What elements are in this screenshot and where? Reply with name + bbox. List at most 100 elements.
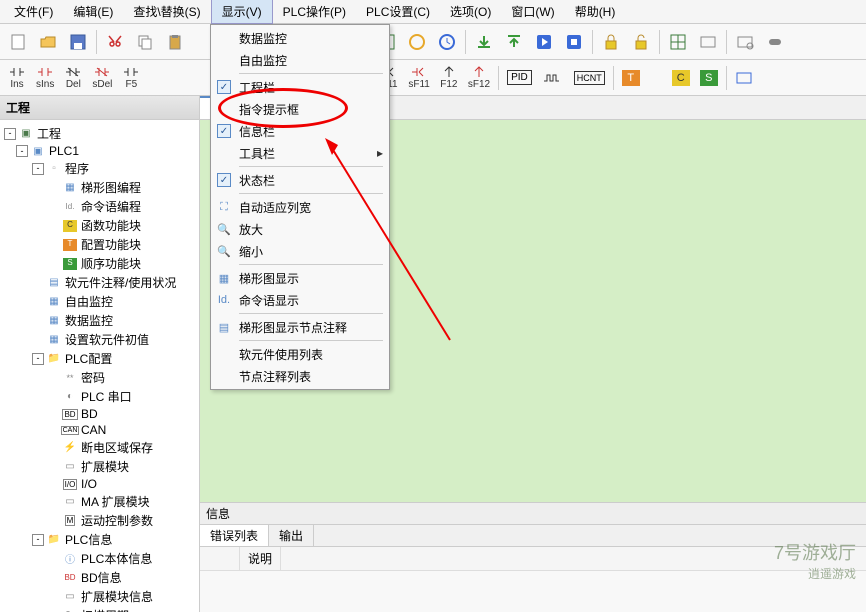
tb-g[interactable] [761, 28, 789, 56]
tree-item[interactable]: ⓘPLC本体信息 [0, 549, 199, 568]
menu-item-4[interactable]: 指令提示框 [213, 98, 387, 120]
menu-item-19[interactable]: 软元件使用列表 [213, 343, 387, 365]
menu-search[interactable]: 查找\替换(S) [123, 0, 210, 23]
lock1-button[interactable] [597, 28, 625, 56]
hcnt-button[interactable]: HCNT [570, 69, 609, 87]
tree-toggle-icon[interactable]: - [4, 128, 16, 140]
info-col-num [200, 547, 240, 570]
tree-item[interactable]: ▤软元件注释/使用状况 [0, 273, 199, 292]
f12-button[interactable]: F12 [436, 63, 462, 92]
tree-item[interactable]: -▣PLC1 [0, 143, 199, 159]
tree-item[interactable]: CANCAN [0, 422, 199, 438]
tree-item-label: 自由监控 [65, 293, 113, 310]
stop-button[interactable] [560, 28, 588, 56]
tree-item[interactable]: ⚡断电区域保存 [0, 438, 199, 457]
tab-errors[interactable]: 错误列表 [200, 525, 269, 546]
lock2-button[interactable] [627, 28, 655, 56]
menu-item-6[interactable]: 工具栏▸ [213, 142, 387, 164]
tree-item[interactable]: ▭MA 扩展模块 [0, 492, 199, 511]
menu-item-15[interactable]: Id.命令语显示 [213, 289, 387, 311]
del-button[interactable]: Del [60, 63, 86, 92]
tree-toggle-icon[interactable]: - [32, 163, 44, 175]
tb-e[interactable] [694, 28, 722, 56]
tree-item[interactable]: M运动控制参数 [0, 511, 199, 530]
tree-item[interactable]: **密码 [0, 368, 199, 387]
s-block[interactable]: S [696, 68, 722, 88]
tree-item[interactable]: ▭扩展模块信息 [0, 587, 199, 606]
plc-icon: ▣ [30, 144, 46, 158]
cut-button[interactable] [101, 28, 129, 56]
tree-item[interactable]: ↻扫描周期 [0, 606, 199, 612]
sdel-button[interactable]: sDel [88, 63, 116, 92]
menu-item-20[interactable]: 节点注释列表 [213, 365, 387, 387]
save-button[interactable] [64, 28, 92, 56]
menu-plc-set[interactable]: PLC设置(C) [356, 0, 440, 23]
run-button[interactable] [530, 28, 558, 56]
tb2-ext[interactable] [731, 69, 757, 87]
menu-item-10[interactable]: ⛶自动适应列宽 [213, 196, 387, 218]
tab-output[interactable]: 输出 [269, 525, 314, 546]
c-block[interactable]: C [668, 68, 694, 88]
ins-button[interactable]: Ins [4, 63, 30, 92]
paste-button[interactable] [161, 28, 189, 56]
tb-b[interactable] [403, 28, 431, 56]
download-button[interactable] [470, 28, 498, 56]
upload-button[interactable] [500, 28, 528, 56]
menu-options[interactable]: 选项(O) [440, 0, 501, 23]
tree-item[interactable]: C函数功能块 [0, 216, 199, 235]
t-block[interactable]: T [618, 68, 644, 88]
copy-button[interactable] [131, 28, 159, 56]
tree-item-label: 断电区域保存 [81, 439, 153, 456]
sf12-button[interactable]: sF12 [464, 63, 494, 92]
tree-item[interactable]: I/OI/O [0, 476, 199, 492]
menu-item-14[interactable]: ▦梯形图显示 [213, 267, 387, 289]
monitor-icon: ▦ [46, 295, 62, 309]
tree-item[interactable]: ◐PLC 串口 [0, 387, 199, 406]
menu-item-3[interactable]: ✓工程栏 [213, 76, 387, 98]
menu-view[interactable]: 显示(V) [211, 0, 273, 24]
tb-f[interactable] [731, 28, 759, 56]
menu-help[interactable]: 帮助(H) [565, 0, 626, 23]
menu-item-5[interactable]: ✓信息栏 [213, 120, 387, 142]
menu-item-12[interactable]: 🔍缩小 [213, 240, 387, 262]
tree-item[interactable]: -▫程序 [0, 159, 199, 178]
tree-item[interactable]: ▦数据监控 [0, 311, 199, 330]
pulse-button[interactable] [538, 69, 568, 87]
tree-item[interactable]: ▦自由监控 [0, 292, 199, 311]
sf11-button[interactable]: sF11 [404, 63, 434, 92]
tree-item[interactable]: Id.命令语编程 [0, 197, 199, 216]
menu-item-17[interactable]: ▤梯形图显示节点注释 [213, 316, 387, 338]
tree-item[interactable]: ▦梯形图编程 [0, 178, 199, 197]
tree-item[interactable]: ▦设置软元件初值 [0, 330, 199, 349]
menu-window[interactable]: 窗口(W) [501, 0, 564, 23]
menu-plc-op[interactable]: PLC操作(P) [273, 0, 356, 23]
tree-item[interactable]: T配置功能块 [0, 235, 199, 254]
sins-button[interactable]: sIns [32, 63, 58, 92]
menu-item-0[interactable]: 数据监控 [213, 27, 387, 49]
tree-item[interactable]: -📁PLC信息 [0, 530, 199, 549]
tree-item[interactable]: S顺序功能块 [0, 254, 199, 273]
tb-c[interactable] [433, 28, 461, 56]
tree-item[interactable]: -▣工程 [0, 124, 199, 143]
tree-item-label: PLC 串口 [81, 388, 132, 405]
f5-button[interactable]: F5 [118, 63, 144, 92]
new-button[interactable] [4, 28, 32, 56]
tree-item[interactable]: BDBD [0, 406, 199, 422]
tree-toggle-icon[interactable]: - [16, 145, 28, 157]
menu-check-icon: 🔍 [213, 223, 235, 236]
tree-item-label: 设置软元件初值 [65, 331, 149, 348]
menu-item-11[interactable]: 🔍放大 [213, 218, 387, 240]
open-button[interactable] [34, 28, 62, 56]
tree-item[interactable]: BDBD信息 [0, 568, 199, 587]
tree-item[interactable]: -📁PLC配置 [0, 349, 199, 368]
tree-toggle-icon[interactable]: - [32, 534, 44, 546]
menu-file[interactable]: 文件(F) [4, 0, 63, 23]
menu-item-8[interactable]: ✓状态栏 [213, 169, 387, 191]
menu-item-1[interactable]: 自由监控 [213, 49, 387, 71]
tb-d[interactable] [664, 28, 692, 56]
tree-item[interactable]: ▭扩展模块 [0, 457, 199, 476]
watermark: 7号游戏厅 逍遥游戏 [774, 539, 856, 582]
menu-edit[interactable]: 编辑(E) [63, 0, 123, 23]
tree-toggle-icon[interactable]: - [32, 353, 44, 365]
pid-button[interactable]: PID [503, 68, 536, 87]
